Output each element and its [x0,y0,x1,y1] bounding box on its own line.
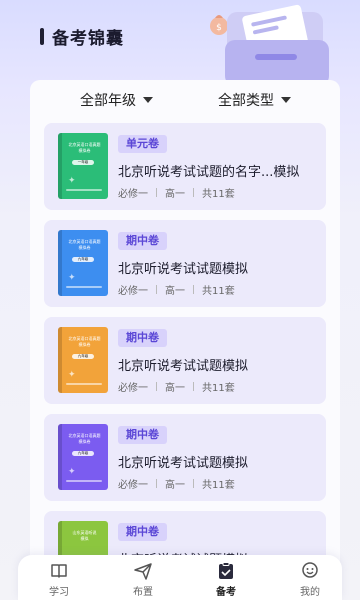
tab-study-label: 学习 [49,587,69,598]
exam-list-panel: 全部年级 全部类型 北京英语口语真题 模拟卷 一年级 ✦ 单元卷 北京听说考试试题的名字… [30,80,340,600]
exam-type-badge: 期中卷 [118,523,167,541]
cover-line [66,189,102,191]
exam-set-count: 共11套 [202,383,235,394]
cover-tag: 九年级 [72,451,94,456]
meta-divider [193,382,194,391]
exam-card[interactable]: 北京英语口语真题 模拟卷九年级 ✦ 期中卷北京听说考试试题模拟必修一 高一 共11套 [44,220,326,307]
title-accent-bar [40,28,44,45]
exam-cover-image: 北京英语口语真题 模拟卷一年级 ✦ [58,133,108,199]
smiley-icon [302,562,318,578]
exam-meta: 必修一 高一 共11套 [118,185,235,200]
exam-type-badge: 单元卷 [118,135,167,153]
exam-grade: 高一 [165,189,185,200]
cover-line [66,383,102,385]
cover-tag: 九年级 [72,354,94,359]
tab-prepare[interactable]: 备考 [196,561,256,598]
exam-volume: 必修一 [118,383,148,394]
exam-grade: 高一 [165,286,185,297]
type-filter-label: 全部类型 [218,93,274,109]
cover-spine [58,230,62,296]
exam-cover-image: 北京英语口语真题 模拟卷九年级 ✦ [58,230,108,296]
cover-text: 北京英语口语真题 模拟卷 [68,336,101,347]
exam-volume: 必修一 [118,189,148,200]
exam-title: 北京听说考试试题模拟 [118,262,249,277]
exam-title: 北京听说考试试题的名字...模拟 [118,165,300,180]
tab-mine[interactable]: 我的 [280,561,340,598]
cover-spine [58,327,62,393]
exam-volume: 必修一 [118,286,148,297]
tab-assign[interactable]: 布置 [113,561,173,598]
cover-text: 北京英语口语真题 模拟卷 [68,239,101,250]
meta-divider [156,188,157,197]
cover-spine [58,133,62,199]
tab-study[interactable]: 学习 [29,561,89,598]
folder-illustration-icon: $ [210,4,329,86]
cover-text: 山东英语听说 模拟 [72,530,97,541]
sparkle-icon: ✦ [68,370,76,380]
exam-meta: 必修一 高一 共11套 [118,282,235,297]
send-icon [134,563,152,580]
grade-filter-dropdown[interactable]: 全部年级 [80,90,153,110]
sparkle-icon: ✦ [68,176,76,186]
chevron-down-icon [281,97,291,103]
exam-set-count: 共11套 [202,480,235,491]
exam-title: 北京听说考试试题模拟 [118,359,249,374]
exam-grade: 高一 [165,383,185,394]
exam-grade: 高一 [165,480,185,491]
exam-title: 北京听说考试试题模拟 [118,456,249,471]
sparkle-icon: ✦ [68,273,76,283]
meta-divider [193,188,194,197]
cover-tag: 一年级 [72,160,94,165]
cover-text: 北京英语口语真题 模拟卷 [68,433,101,444]
chevron-down-icon [143,97,153,103]
sparkle-icon: ✦ [68,467,76,477]
svg-text:$: $ [216,23,222,33]
grade-filter-label: 全部年级 [80,93,136,109]
exam-type-badge: 期中卷 [118,232,167,250]
cover-text: 北京英语口语真题 模拟卷 [68,142,101,153]
header: 备考锦囊 $ [0,0,360,90]
exam-type-badge: 期中卷 [118,329,167,347]
filter-bar: 全部年级 全部类型 [30,90,340,116]
exam-meta: 必修一 高一 共11套 [118,476,235,491]
exam-type-badge: 期中卷 [118,426,167,444]
clipboard-icon [219,562,233,579]
page-title: 备考锦囊 [52,29,124,49]
exam-card[interactable]: 北京英语口语真题 模拟卷九年级 ✦ 期中卷北京听说考试试题模拟必修一 高一 共11套 [44,414,326,501]
exam-volume: 必修一 [118,480,148,491]
exam-set-count: 共11套 [202,286,235,297]
exam-cover-image: 北京英语口语真题 模拟卷九年级 ✦ [58,424,108,490]
type-filter-dropdown[interactable]: 全部类型 [218,90,291,110]
exam-set-count: 共11套 [202,189,235,200]
exam-meta: 必修一 高一 共11套 [118,379,235,394]
cover-line [66,480,102,482]
title-wrap: 备考锦囊 [40,24,124,49]
meta-divider [193,285,194,294]
meta-divider [156,285,157,294]
cover-tag: 九年级 [72,257,94,262]
exam-card[interactable]: 北京英语口语真题 模拟卷一年级 ✦ 单元卷北京听说考试试题的名字...模拟必修一 高一… [44,123,326,210]
bottom-tab-bar: 学习 布置 备考 我的 [18,555,342,600]
book-icon [51,564,67,578]
meta-divider [156,382,157,391]
tab-assign-label: 布置 [133,587,153,598]
tab-mine-label: 我的 [300,587,320,598]
exam-cover-image: 北京英语口语真题 模拟卷九年级 ✦ [58,327,108,393]
meta-divider [193,479,194,488]
tab-prepare-label: 备考 [216,587,236,598]
exam-card[interactable]: 北京英语口语真题 模拟卷九年级 ✦ 期中卷北京听说考试试题模拟必修一 高一 共11套 [44,317,326,404]
cover-line [66,286,102,288]
cover-spine [58,424,62,490]
meta-divider [156,479,157,488]
